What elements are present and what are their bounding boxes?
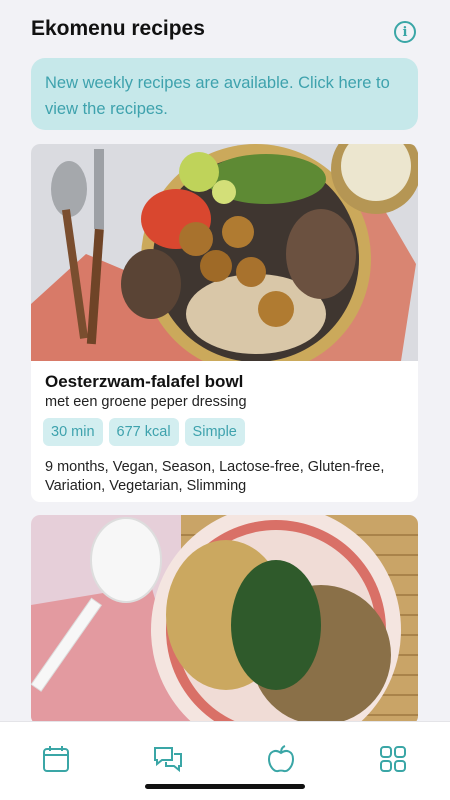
recipe-tags: 9 months, Vegan, Season, Lactose-free, G… (45, 459, 385, 494)
apple-icon[interactable] (266, 744, 296, 774)
recipe-title: Oesterzwam-falafel bowl (45, 372, 244, 391)
calories-chip: 677 kcal (108, 418, 179, 446)
recipe-photo (31, 144, 418, 361)
grid-icon[interactable] (378, 744, 408, 774)
recipe-photo (31, 515, 418, 725)
recipe-card[interactable]: Oesterzwam-falafel bowl met een groene p… (31, 144, 418, 502)
chat-icon[interactable] (153, 744, 183, 774)
home-indicator (145, 784, 305, 789)
recipe-subtitle: met een groene peper dressing (45, 394, 247, 410)
recipe-chips: 30 min 677 kcal Simple (43, 418, 245, 446)
new-recipes-banner[interactable]: New weekly recipes are available. Click … (31, 58, 418, 130)
calendar-icon[interactable] (41, 744, 71, 774)
difficulty-chip: Simple (184, 418, 245, 446)
time-chip: 30 min (43, 418, 103, 446)
recipe-card[interactable] (31, 515, 418, 725)
info-icon[interactable]: i (394, 21, 416, 43)
page-title: Ekomenu recipes (31, 17, 205, 40)
header: Ekomenu recipes i (0, 0, 450, 56)
